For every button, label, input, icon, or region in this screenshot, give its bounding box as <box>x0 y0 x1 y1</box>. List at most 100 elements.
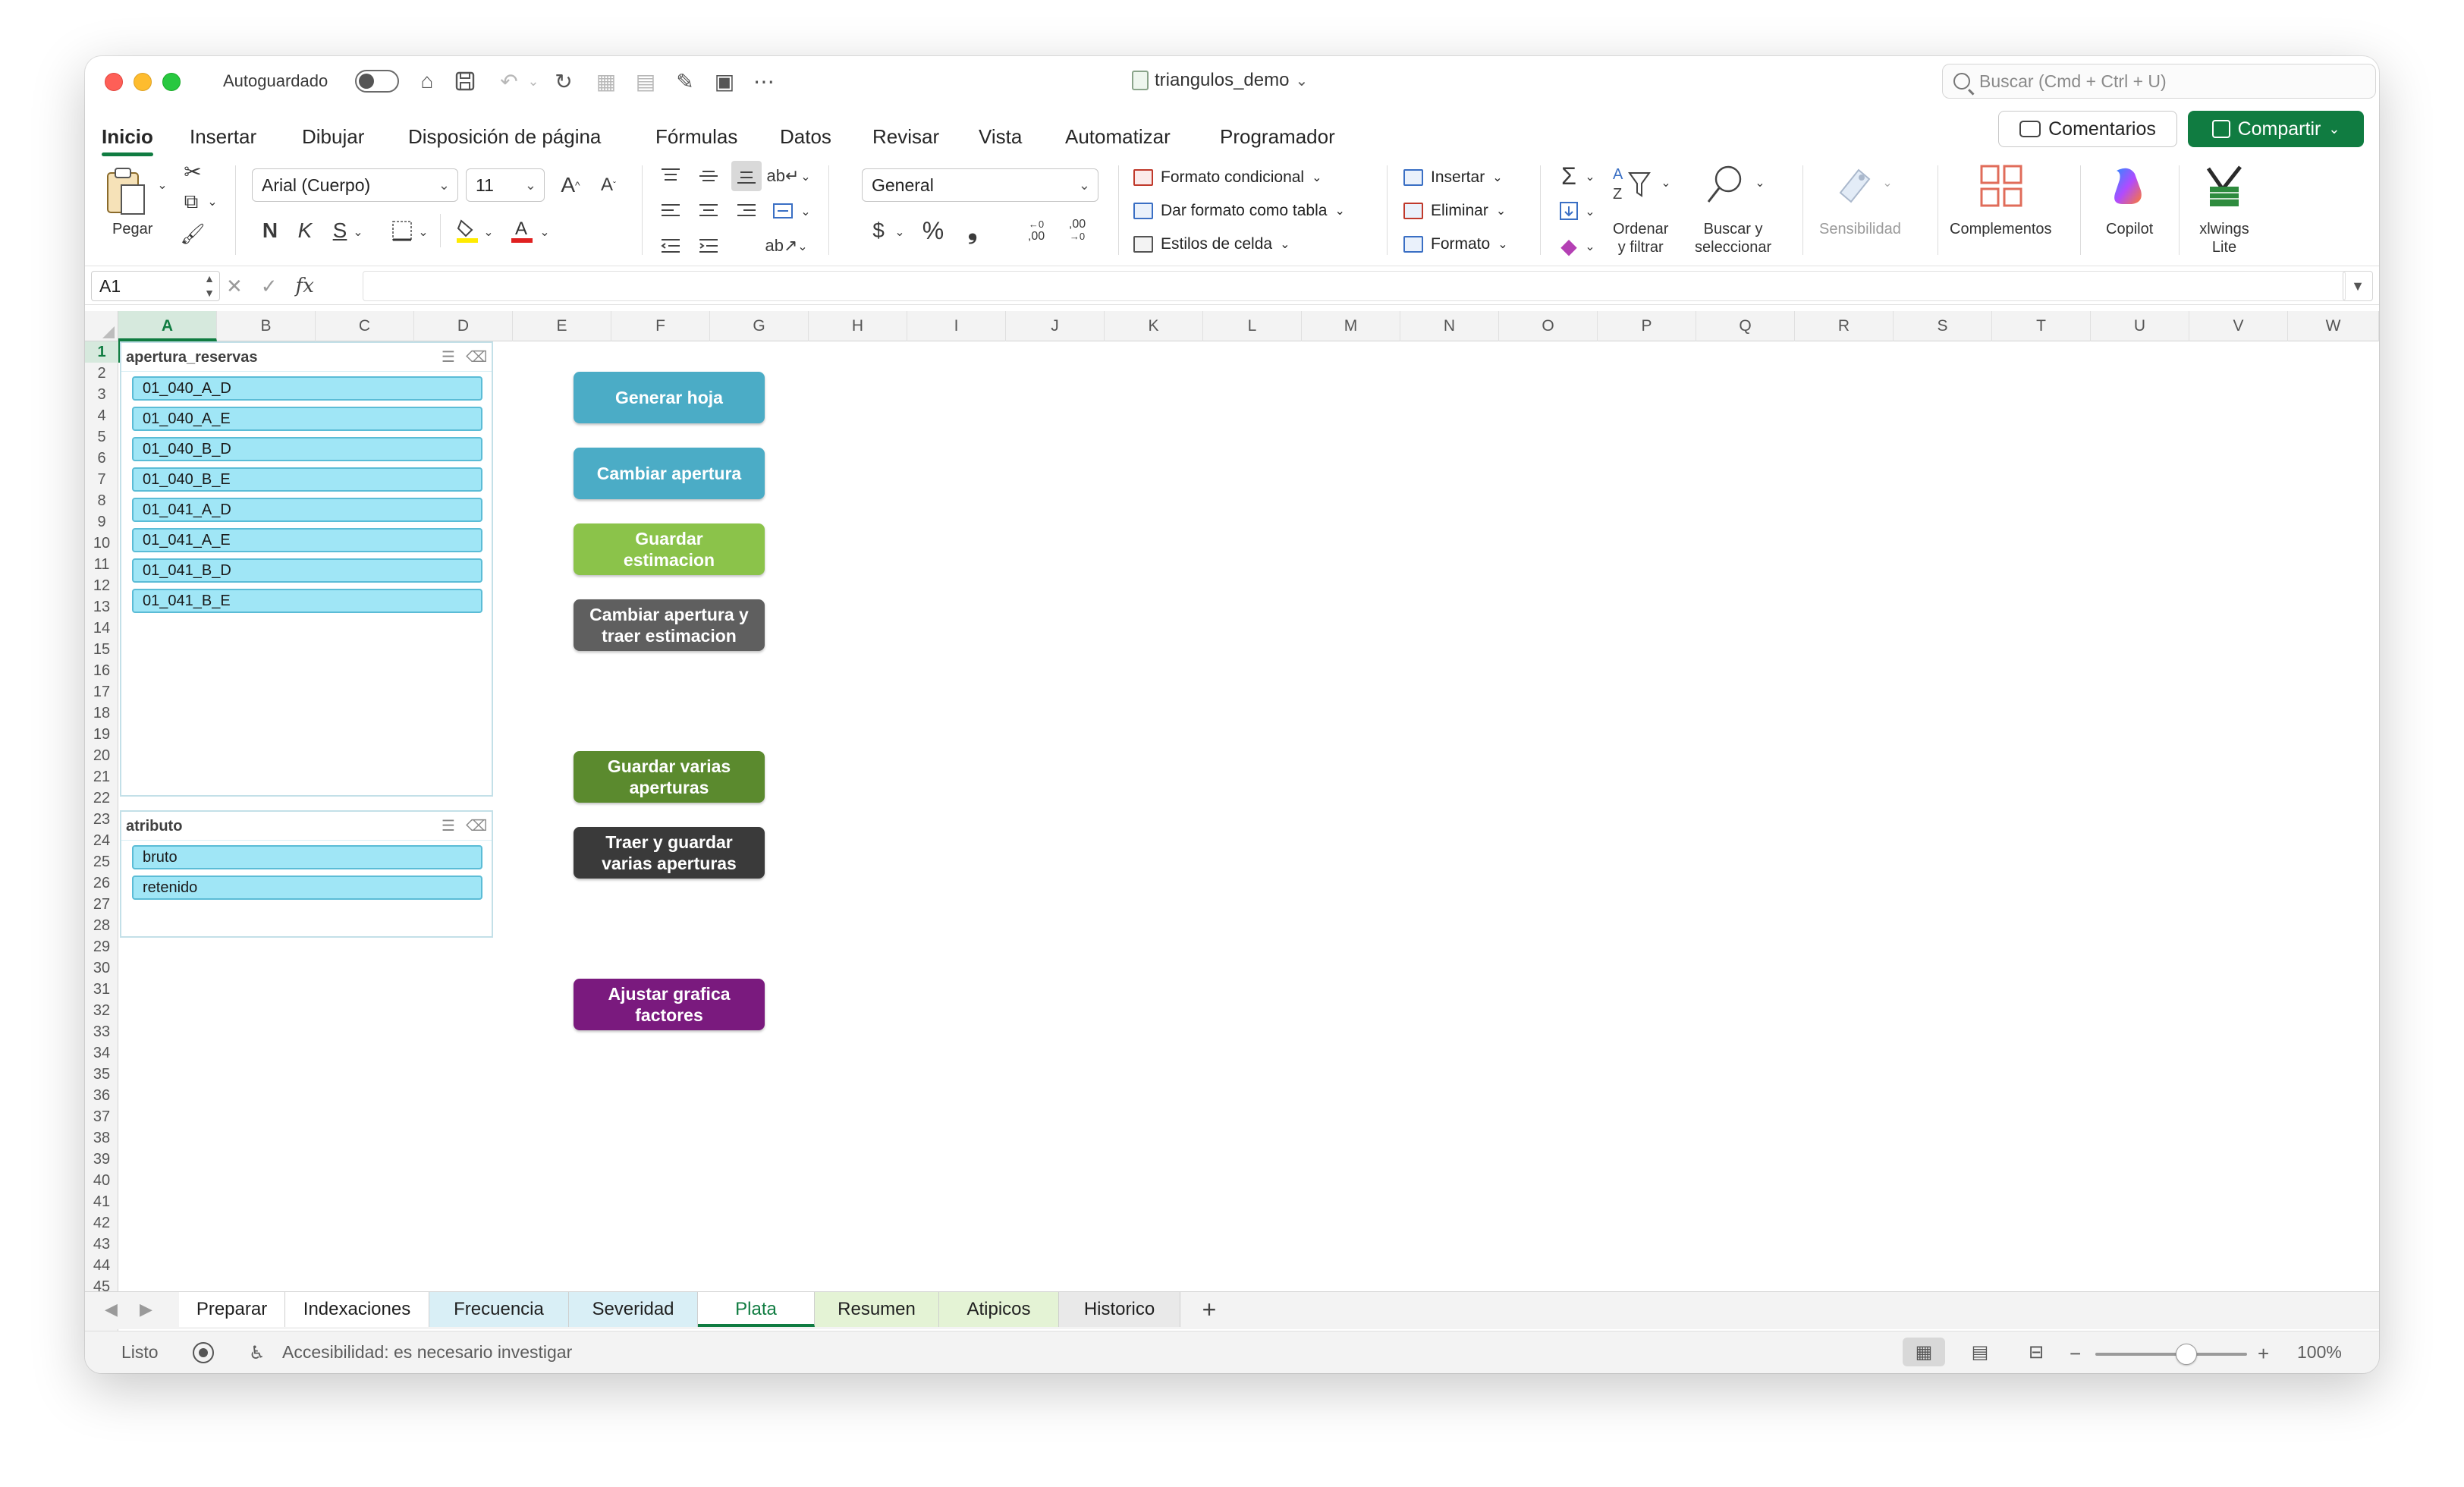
row-header-4[interactable]: 4 <box>85 405 118 426</box>
zoom-in-button[interactable]: + <box>2258 1342 2269 1366</box>
column-header-v[interactable]: V <box>2189 311 2288 341</box>
guardar-varias-aperturas-button[interactable]: Guardar varias aperturas <box>574 751 765 803</box>
copilot-icon[interactable] <box>2097 161 2161 211</box>
slicer-item[interactable]: 01_041_B_D <box>132 558 482 583</box>
clear-filter-icon[interactable]: ⌫ <box>466 349 487 366</box>
accessibility-icon[interactable]: ♿ <box>249 1342 266 1364</box>
align-center-icon[interactable] <box>693 196 724 226</box>
chevron-down-icon[interactable]: ⌄ <box>1752 171 1768 194</box>
row-header-17[interactable]: 17 <box>85 681 118 703</box>
row-header-15[interactable]: 15 <box>85 639 118 660</box>
copy-icon[interactable]: ⧉ <box>178 188 205 215</box>
column-header-s[interactable]: S <box>1894 311 1992 341</box>
chevron-down-icon[interactable]: ⌄ <box>892 218 907 246</box>
guardar-estimacion-button[interactable]: Guardar estimacion <box>574 523 765 575</box>
chevron-down-icon[interactable]: ⌄ <box>798 165 813 188</box>
increase-decimal-button[interactable]: ←0,00 <box>1020 215 1053 246</box>
cancel-icon[interactable]: ✕ <box>226 275 243 298</box>
column-header-w[interactable]: W <box>2288 311 2379 341</box>
row-header-35[interactable]: 35 <box>85 1064 118 1085</box>
row-header-41[interactable]: 41 <box>85 1191 118 1212</box>
clear-icon[interactable]: ◆ <box>1554 231 1584 261</box>
zoom-slider[interactable] <box>2095 1344 2247 1365</box>
shrink-font-icon[interactable]: Aˇ <box>593 168 624 202</box>
row-header-29[interactable]: 29 <box>85 936 118 957</box>
tab-programador[interactable]: Programador <box>1220 115 1335 158</box>
increase-indent-icon[interactable] <box>693 231 724 261</box>
tab-datos[interactable]: Datos <box>780 115 831 158</box>
generar-hoja-button[interactable]: Generar hoja <box>574 372 765 423</box>
tab-disposicion[interactable]: Disposición de página <box>408 115 601 158</box>
tab-inicio[interactable]: Inicio <box>102 115 153 158</box>
row-header-43[interactable]: 43 <box>85 1234 118 1255</box>
align-right-icon[interactable] <box>731 196 762 226</box>
row-header-1[interactable]: 1 <box>85 341 118 363</box>
row-header-9[interactable]: 9 <box>85 511 118 533</box>
row-header-8[interactable]: 8 <box>85 490 118 511</box>
accessibility-status[interactable]: Accesibilidad: es necesario investigar <box>282 1342 572 1363</box>
column-header-a[interactable]: A <box>118 311 217 341</box>
row-header-44[interactable]: 44 <box>85 1255 118 1276</box>
row-header-20[interactable]: 20 <box>85 745 118 766</box>
sheet-tab-resumen[interactable]: Resumen <box>815 1292 939 1327</box>
row-header-16[interactable]: 16 <box>85 660 118 681</box>
zoom-level[interactable]: 100% <box>2297 1342 2342 1363</box>
sheet-tab-atipicos[interactable]: Atipicos <box>939 1292 1059 1327</box>
autosum-icon[interactable]: Σ <box>1554 161 1584 191</box>
row-header-33[interactable]: 33 <box>85 1021 118 1042</box>
find-select-label[interactable]: Buscar y seleccionar <box>1695 220 1771 256</box>
row-header-12[interactable]: 12 <box>85 575 118 596</box>
format-painter-icon[interactable]: 🖌 <box>179 220 206 247</box>
chevron-down-icon[interactable]: ⌄ <box>798 200 813 223</box>
row-header-32[interactable]: 32 <box>85 1000 118 1021</box>
formula-input[interactable] <box>363 271 2346 301</box>
page-layout-view-icon[interactable]: ▤ <box>1959 1338 2001 1366</box>
column-header-o[interactable]: O <box>1499 311 1598 341</box>
row-header-25[interactable]: 25 <box>85 851 118 872</box>
format-cells-button[interactable]: Formato ⌄ <box>1403 235 1508 253</box>
insert-cells-button[interactable]: Insertar ⌄ <box>1403 168 1503 187</box>
slicer-item[interactable]: 01_041_A_E <box>132 528 482 552</box>
column-header-u[interactable]: U <box>2091 311 2189 341</box>
close-window-button[interactable] <box>105 73 123 91</box>
row-header-11[interactable]: 11 <box>85 554 118 575</box>
insert-function-icon[interactable]: fx <box>296 275 314 297</box>
cell-styles-button[interactable]: Estilos de celda ⌄ <box>1133 235 1290 253</box>
slicer-item[interactable]: bruto <box>132 845 482 869</box>
row-header-6[interactable]: 6 <box>85 448 118 469</box>
chevron-down-icon[interactable]: ⌄ <box>350 218 366 246</box>
percent-button[interactable]: % <box>918 215 948 246</box>
row-header-5[interactable]: 5 <box>85 426 118 448</box>
comments-button[interactable]: Comentarios <box>1998 111 2177 147</box>
column-header-h[interactable]: H <box>809 311 907 341</box>
row-header-3[interactable]: 3 <box>85 384 118 405</box>
chevron-down-icon[interactable]: ⌄ <box>205 191 220 212</box>
delete-cells-button[interactable]: Eliminar ⌄ <box>1403 202 1506 220</box>
column-header-i[interactable]: I <box>907 311 1006 341</box>
tab-revisar[interactable]: Revisar <box>872 115 939 158</box>
row-header-10[interactable]: 10 <box>85 533 118 554</box>
sheet-tab-historico[interactable]: Historico <box>1059 1292 1180 1327</box>
sort-filter-label[interactable]: Ordenar y filtrar <box>1613 220 1668 256</box>
column-header-m[interactable]: M <box>1302 311 1400 341</box>
column-header-t[interactable]: T <box>1992 311 2091 341</box>
xlwings-label[interactable]: xlwings Lite <box>2197 220 2252 256</box>
thousands-button[interactable]: ❟ <box>959 215 986 246</box>
bold-button[interactable]: N <box>256 215 284 246</box>
slicer-item[interactable]: retenido <box>132 876 482 900</box>
slicer-item[interactable]: 01_041_B_E <box>132 589 482 613</box>
sheet-tab-frecuencia[interactable]: Frecuencia <box>429 1292 569 1327</box>
sheet-tab-preparar[interactable]: Preparar <box>179 1292 285 1327</box>
wrap-text-icon[interactable]: ab↵ <box>767 161 800 191</box>
chevron-down-icon[interactable]: ⌄ <box>1582 235 1598 258</box>
font-size-select[interactable]: 11 ⌄ <box>466 168 545 202</box>
cambiar-apertura-button[interactable]: Cambiar apertura <box>574 448 765 499</box>
save-icon[interactable] <box>451 67 479 96</box>
currency-button[interactable]: $ <box>865 215 892 246</box>
align-bottom-icon[interactable] <box>731 161 762 191</box>
row-header-14[interactable]: 14 <box>85 618 118 639</box>
row-header-42[interactable]: 42 <box>85 1212 118 1234</box>
row-header-18[interactable]: 18 <box>85 703 118 724</box>
row-header-39[interactable]: 39 <box>85 1149 118 1170</box>
font-color-icon[interactable]: A <box>507 215 537 246</box>
